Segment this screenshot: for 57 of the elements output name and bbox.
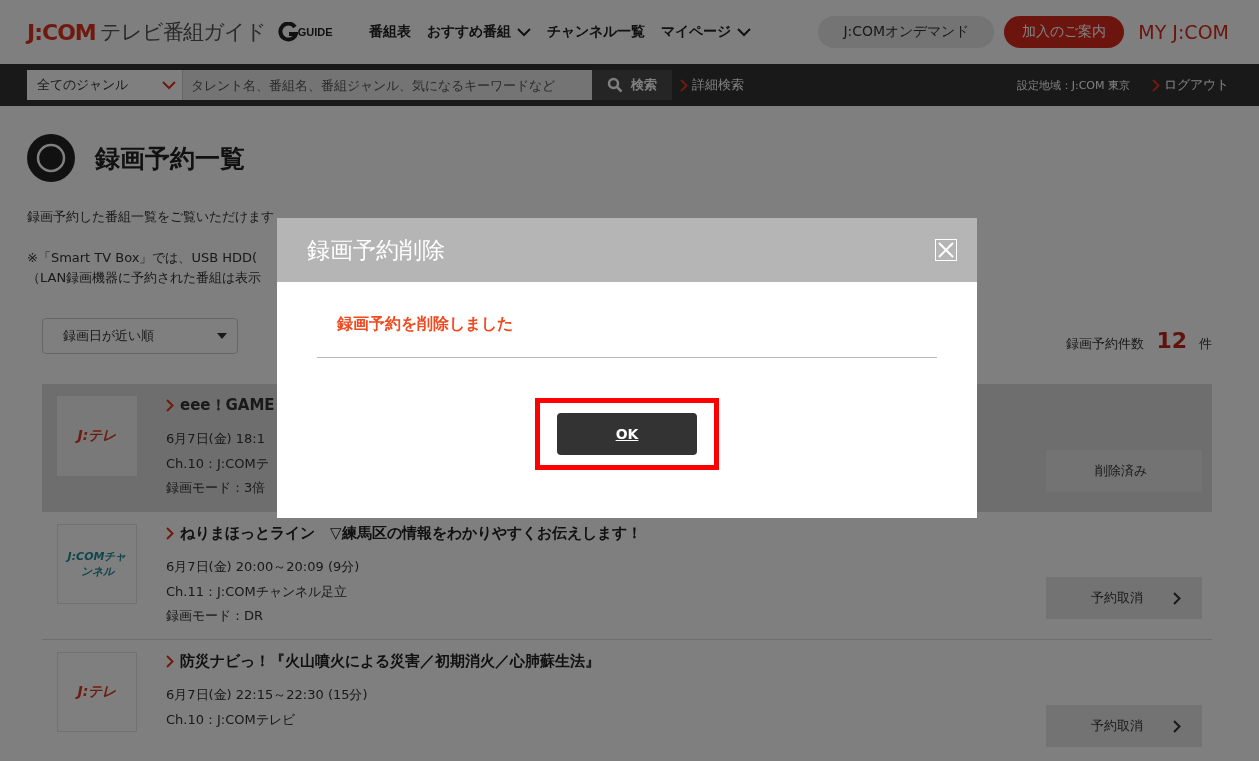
page-title: 録画予約一覧 xyxy=(95,142,245,175)
chevron-down-icon xyxy=(516,27,531,37)
chevron-down-icon xyxy=(162,80,176,90)
region-label: 設定地域：J:COM 東京 xyxy=(1016,77,1130,93)
count-value: 12 xyxy=(1156,327,1187,353)
note-text: （LAN録画機器に予約された番組は表示 xyxy=(27,269,262,287)
badge-text: GUIDE xyxy=(297,26,333,38)
cancel-reservation-button[interactable]: 予約取消 xyxy=(1046,577,1202,619)
note-text: ※「Smart TV Box」では、USB HDD( xyxy=(27,249,258,267)
channel-text: Ch.11：J:COMチャンネル足立 xyxy=(166,583,347,600)
header-button[interactable]: 加入のご案内 xyxy=(1004,16,1125,48)
caret-down-icon xyxy=(217,333,227,339)
chevron-right-icon xyxy=(1173,591,1181,605)
nav-link[interactable]: マイページ xyxy=(660,23,751,41)
logout-link[interactable]: ログアウト xyxy=(1152,76,1229,94)
header-button[interactable]: J:COMオンデマンド xyxy=(818,16,995,48)
record-icon xyxy=(27,134,75,182)
genre-select[interactable]: 全てのジャンル xyxy=(27,70,183,100)
record-mode: 録画モード：DR xyxy=(166,607,264,624)
chevron-right-icon xyxy=(166,655,174,668)
channel-text: Ch.10：J:COMテ xyxy=(166,455,269,472)
brand-logo[interactable]: J:COM xyxy=(27,19,96,45)
channel-logo-text: J:COMチャンネル xyxy=(66,549,128,579)
search-icon xyxy=(607,77,623,93)
air-time: 6月7日(金) 22:15～22:30 (15分) xyxy=(166,686,368,704)
nav-link[interactable]: チャンネル一覧 xyxy=(546,23,645,41)
program-title[interactable]: eee！GAME xyxy=(166,396,275,415)
nav-link[interactable]: 番組表 xyxy=(368,23,411,41)
record-mode: 録画モード：3倍 xyxy=(166,479,266,496)
channel-logo-text: J:テレ xyxy=(74,427,118,445)
my-jcom-link[interactable]: MY J:COM xyxy=(1138,21,1229,43)
program-title[interactable]: 防災ナビっ！『火山噴火による災害／初期消火／心肺蘇生法』 xyxy=(166,652,600,671)
chevron-right-icon xyxy=(680,78,688,92)
dialog-message: 録画予約を削除しました xyxy=(317,282,937,358)
chevron-right-icon xyxy=(166,527,174,540)
site-title: テレビ番組ガイド xyxy=(99,19,266,46)
count-label: 録画予約件数 xyxy=(1066,334,1145,353)
g-letter-icon xyxy=(277,22,298,42)
nav-link[interactable]: おすすめ番組 xyxy=(426,23,531,41)
cancel-reservation-button[interactable]: 予約取消 xyxy=(1046,705,1202,747)
chevron-down-icon xyxy=(736,27,751,37)
chevron-right-icon xyxy=(1152,78,1160,92)
deleted-status-button[interactable]: 削除済み xyxy=(1046,450,1202,492)
dialog-title: 録画予約削除 xyxy=(307,235,445,265)
air-time: 6月7日(金) 18:1 xyxy=(166,430,265,448)
channel-logo-text: J:テレ xyxy=(74,683,118,701)
advanced-search-link[interactable]: 詳細検索 xyxy=(680,76,744,94)
chevron-right-icon xyxy=(1173,719,1181,733)
air-time: 6月7日(金) 20:00～20:09 (9分) xyxy=(166,558,360,576)
search-button[interactable]: 検索 xyxy=(592,70,672,100)
count-unit: 件 xyxy=(1199,334,1212,353)
channel-text: Ch.10：J:COMテレビ xyxy=(166,711,295,728)
sort-select[interactable]: 録画日が近い順 xyxy=(42,318,238,354)
close-button[interactable] xyxy=(935,239,957,261)
program-title[interactable]: ねりまほっとライン ▽練馬区の情報をわかりやすくお伝えします！ xyxy=(166,524,642,543)
chevron-right-icon xyxy=(166,399,174,412)
ok-button[interactable]: OK xyxy=(557,413,697,455)
